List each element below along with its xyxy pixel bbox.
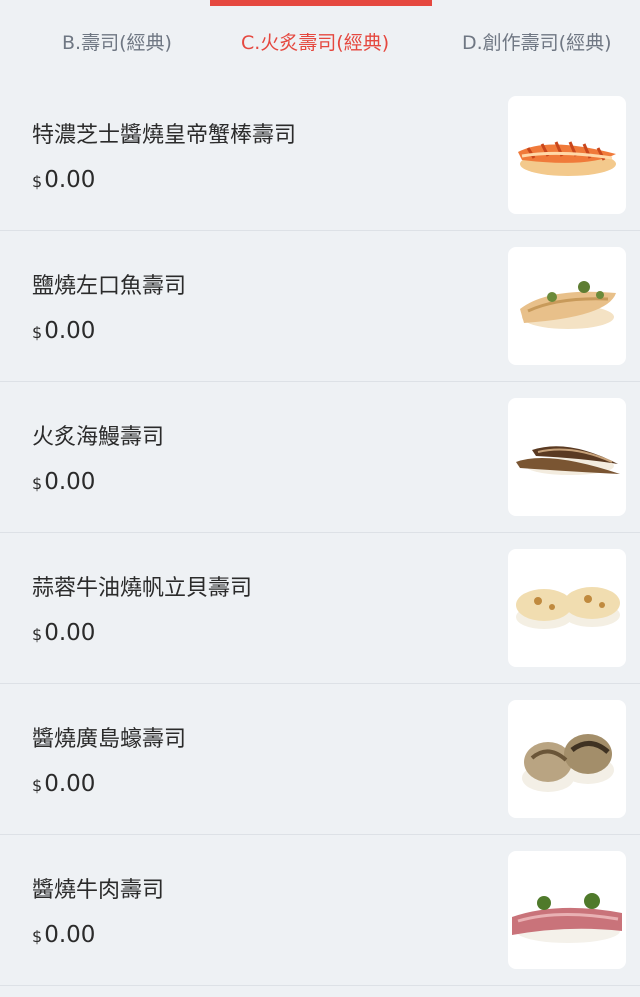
currency-symbol: $ (32, 474, 43, 493)
item-name: 火炙海鰻壽司 (32, 425, 165, 450)
item-price: $0.00 (32, 468, 95, 498)
currency-symbol: $ (32, 927, 43, 946)
currency-symbol: $ (32, 172, 43, 191)
category-tab-bar: B.壽司(經典) C.火炙壽司(經典) D.創作壽司(經典) (0, 0, 640, 80)
menu-item[interactable]: 醬燒牛肉壽司 $0.00 (0, 835, 640, 986)
menu-item[interactable]: 特濃芝士醬燒皇帝蟹棒壽司 $0.00 (0, 80, 640, 231)
item-name: 鹽燒左口魚壽司 (32, 274, 187, 299)
currency-symbol: $ (32, 625, 43, 644)
item-image-scallop-sushi[interactable] (508, 549, 626, 667)
menu-item[interactable]: 蒜蓉牛油燒帆立貝壽司 $0.00 (0, 533, 640, 684)
menu-item-list: 特濃芝士醬燒皇帝蟹棒壽司 $0.00 鹽燒左口魚壽司 $0.00 火炙海鰻壽司 … (0, 80, 640, 986)
tab-d-creative-sushi-classic[interactable]: D.創作壽司(經典) (462, 30, 612, 56)
price-value: 0.00 (44, 318, 96, 344)
item-price: $0.00 (32, 921, 95, 951)
item-name: 特濃芝士醬燒皇帝蟹棒壽司 (32, 123, 297, 148)
menu-screen: B.壽司(經典) C.火炙壽司(經典) D.創作壽司(經典) 特濃芝士醬燒皇帝蟹… (0, 0, 640, 997)
price-value: 0.00 (44, 922, 96, 948)
active-tab-indicator (210, 0, 432, 6)
currency-symbol: $ (32, 776, 43, 795)
price-value: 0.00 (44, 469, 96, 495)
item-name: 醬燒牛肉壽司 (32, 878, 165, 903)
item-name: 蒜蓉牛油燒帆立貝壽司 (32, 576, 253, 601)
menu-item[interactable]: 火炙海鰻壽司 $0.00 (0, 382, 640, 533)
item-image-crab-stick-sushi[interactable] (508, 96, 626, 214)
item-price: $0.00 (32, 317, 95, 347)
menu-item[interactable]: 醬燒廣島蠔壽司 $0.00 (0, 684, 640, 835)
price-value: 0.00 (44, 620, 96, 646)
item-image-beef-sushi[interactable] (508, 851, 626, 969)
price-value: 0.00 (44, 771, 96, 797)
item-price: $0.00 (32, 166, 95, 196)
price-value: 0.00 (44, 167, 96, 193)
currency-symbol: $ (32, 323, 43, 342)
item-image-oyster-sushi[interactable] (508, 700, 626, 818)
item-name: 醬燒廣島蠔壽司 (32, 727, 187, 752)
item-price: $0.00 (32, 770, 95, 800)
tab-c-aburi-sushi-classic[interactable]: C.火炙壽司(經典) (241, 30, 389, 56)
tab-b-sushi-classic[interactable]: B.壽司(經典) (62, 30, 172, 56)
item-image-eel-sushi[interactable] (508, 398, 626, 516)
menu-item[interactable]: 鹽燒左口魚壽司 $0.00 (0, 231, 640, 382)
item-image-flounder-sushi[interactable] (508, 247, 626, 365)
item-price: $0.00 (32, 619, 95, 649)
